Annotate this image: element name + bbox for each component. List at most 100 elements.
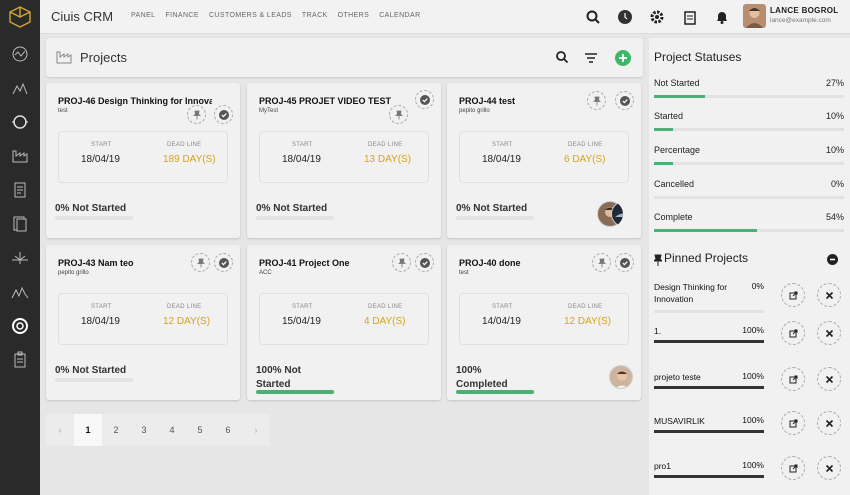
start-date: 15/04/19 bbox=[282, 316, 321, 327]
status-row[interactable]: Complete 54% bbox=[654, 212, 844, 232]
next-page-button[interactable]: › bbox=[242, 414, 270, 446]
page-1[interactable]: 1 bbox=[74, 414, 102, 446]
status-row[interactable]: Cancelled 0% bbox=[654, 179, 844, 199]
project-client: test bbox=[58, 108, 68, 114]
open-project-button[interactable] bbox=[781, 283, 805, 307]
pinned-project-name[interactable]: MUSAVIRLIK bbox=[654, 415, 744, 427]
project-card[interactable]: PROJ-44 test pepito grillo START 18/04/1… bbox=[447, 83, 641, 238]
status-row[interactable]: Not Started 27% bbox=[654, 78, 844, 98]
clipboard-icon[interactable] bbox=[682, 9, 698, 25]
user-email: lance@example.com bbox=[770, 17, 831, 24]
avatar[interactable] bbox=[743, 4, 766, 28]
project-title[interactable]: PROJ-45 PROJET VIDEO TEST bbox=[259, 96, 413, 106]
page-6[interactable]: 6 bbox=[214, 414, 242, 446]
member-avatar[interactable] bbox=[609, 365, 633, 389]
complete-project-button[interactable] bbox=[415, 90, 434, 109]
main-nav: PANEL FINANCE CUSTOMERS & LEADS TRACK OT… bbox=[131, 12, 421, 19]
pin-project-button[interactable] bbox=[392, 253, 411, 272]
collapse-pinned-button[interactable] bbox=[827, 252, 838, 270]
page-2[interactable]: 2 bbox=[102, 414, 130, 446]
dashboard-icon[interactable] bbox=[10, 44, 30, 64]
support-icon[interactable] bbox=[10, 112, 30, 132]
project-card[interactable]: PROJ-40 done test START 14/04/19 DEAD LI… bbox=[447, 245, 641, 400]
project-title[interactable]: PROJ-41 Project One bbox=[259, 258, 413, 268]
pin-project-button[interactable] bbox=[187, 105, 206, 124]
complete-project-button[interactable] bbox=[415, 253, 434, 272]
flow-icon[interactable] bbox=[10, 248, 30, 268]
project-card[interactable]: PROJ-45 PROJET VIDEO TEST MyTest START 1… bbox=[247, 83, 441, 238]
unpin-button[interactable] bbox=[817, 411, 841, 435]
page-4[interactable]: 4 bbox=[158, 414, 186, 446]
documents-icon[interactable] bbox=[10, 180, 30, 200]
pin-project-button[interactable] bbox=[592, 253, 611, 272]
project-status: 0% Not Started bbox=[456, 203, 528, 214]
status-label: Cancelled bbox=[654, 179, 695, 189]
project-card[interactable]: PROJ-43 Nam teo pepito grillo START 18/0… bbox=[46, 245, 240, 400]
gear-icon[interactable] bbox=[649, 9, 665, 25]
status-value: 54% bbox=[825, 212, 844, 222]
pinned-project-name[interactable]: pro1 bbox=[654, 460, 744, 472]
pinned-project-name[interactable]: Design Thinking for Innovation bbox=[654, 281, 744, 305]
page-3[interactable]: 3 bbox=[130, 414, 158, 446]
start-date: 18/04/19 bbox=[81, 316, 120, 327]
pin-project-button[interactable] bbox=[191, 253, 210, 272]
project-title[interactable]: PROJ-40 done bbox=[459, 258, 613, 268]
pinned-project-name[interactable]: 1. bbox=[654, 325, 744, 337]
nav-others[interactable]: OTHERS bbox=[338, 12, 370, 19]
lifebuoy-icon[interactable] bbox=[10, 316, 30, 336]
project-card[interactable]: PROJ-41 Project One ACC START 15/04/19 D… bbox=[247, 245, 441, 400]
search-icon[interactable] bbox=[585, 9, 601, 25]
nav-finance[interactable]: FINANCE bbox=[165, 12, 199, 19]
open-project-button[interactable] bbox=[781, 456, 805, 480]
nav-track[interactable]: TRACK bbox=[302, 12, 328, 19]
clock-icon[interactable] bbox=[617, 9, 633, 25]
status-label: Complete bbox=[654, 212, 693, 222]
open-project-button[interactable] bbox=[781, 321, 805, 345]
user-name[interactable]: LANCE BOGROL bbox=[770, 6, 839, 15]
status-label: Not Started bbox=[654, 78, 700, 88]
unpin-button[interactable] bbox=[817, 321, 841, 345]
pin-project-button[interactable] bbox=[389, 105, 408, 124]
status-bar bbox=[654, 196, 844, 199]
factory-icon[interactable] bbox=[10, 146, 30, 166]
status-row[interactable]: Percentage 10% bbox=[654, 145, 844, 165]
complete-project-button[interactable] bbox=[615, 91, 634, 110]
page-5[interactable]: 5 bbox=[186, 414, 214, 446]
start-date: 14/04/19 bbox=[482, 316, 521, 327]
filter-icon[interactable] bbox=[584, 51, 598, 69]
progress-bar bbox=[256, 216, 334, 220]
nav-panel[interactable]: PANEL bbox=[131, 12, 155, 19]
complete-project-button[interactable] bbox=[214, 105, 233, 124]
clipboard-icon[interactable] bbox=[10, 350, 30, 370]
progress-bar bbox=[256, 390, 334, 394]
prev-page-button[interactable]: ‹ bbox=[46, 414, 74, 446]
unpin-button[interactable] bbox=[817, 367, 841, 391]
open-project-button[interactable] bbox=[781, 411, 805, 435]
bell-icon[interactable] bbox=[714, 9, 730, 25]
project-title[interactable]: PROJ-43 Nam teo bbox=[58, 258, 212, 268]
logo-icon[interactable] bbox=[9, 6, 31, 28]
people-icon[interactable] bbox=[10, 78, 30, 98]
unpin-button[interactable] bbox=[817, 283, 841, 307]
project-title[interactable]: PROJ-46 Design Thinking for Innovati bbox=[58, 96, 212, 106]
factory-icon bbox=[56, 50, 72, 69]
pinned-project-name[interactable]: projeto teste bbox=[654, 371, 744, 383]
deadline-days: 13 DAY(S) bbox=[364, 154, 412, 165]
nav-calendar[interactable]: CALENDAR bbox=[379, 12, 420, 19]
status-row[interactable]: Started 10% bbox=[654, 111, 844, 131]
member-avatars[interactable] bbox=[597, 201, 623, 227]
team-icon[interactable] bbox=[10, 282, 30, 302]
pinned-project-progress: 100% bbox=[742, 325, 764, 335]
complete-project-button[interactable] bbox=[214, 253, 233, 272]
pin-project-button[interactable] bbox=[587, 91, 606, 110]
project-card[interactable]: PROJ-46 Design Thinking for Innovati tes… bbox=[46, 83, 240, 238]
search-icon[interactable] bbox=[555, 50, 569, 69]
nav-customers-leads[interactable]: CUSTOMERS & LEADS bbox=[209, 12, 292, 19]
complete-project-button[interactable] bbox=[615, 253, 634, 272]
add-project-button[interactable] bbox=[615, 50, 631, 71]
files-icon[interactable] bbox=[10, 214, 30, 234]
deadline-label: DEAD LINE bbox=[167, 304, 202, 310]
deadline-label: DEAD LINE bbox=[568, 142, 603, 148]
unpin-button[interactable] bbox=[817, 456, 841, 480]
open-project-button[interactable] bbox=[781, 367, 805, 391]
